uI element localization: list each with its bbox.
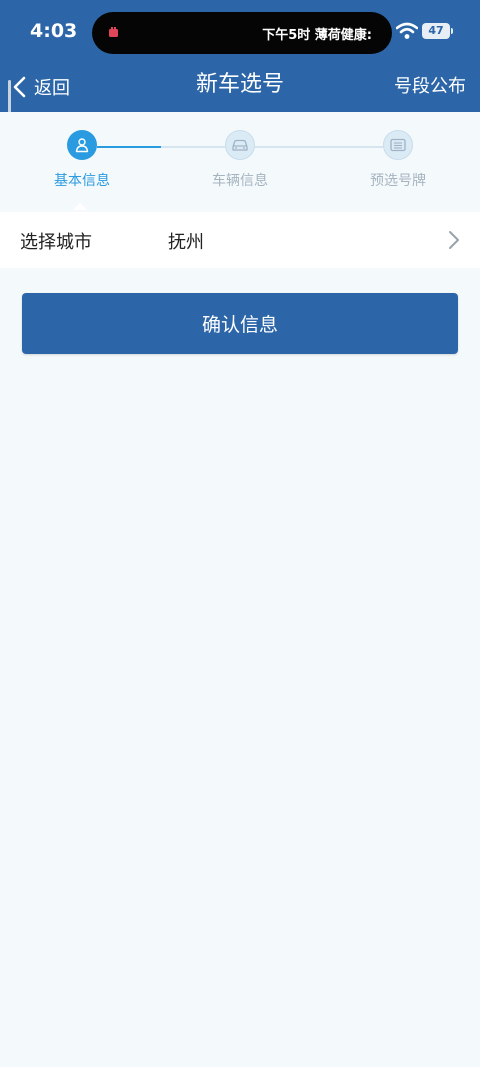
city-value: 抚州 [168, 232, 204, 253]
step-label: 基本信息 [54, 173, 110, 189]
wifi-icon [396, 22, 418, 39]
car-icon [232, 139, 248, 151]
battery-indicator: 47 [422, 23, 450, 39]
battery-tip [451, 28, 453, 34]
status-bar: 4:03 下午5时 薄荷健康: 47 [0, 0, 480, 62]
progress-steps: 基本信息 车辆信息 预选号牌 [0, 112, 480, 210]
city-label: 选择城市 [20, 232, 92, 253]
step-pointer [73, 203, 87, 210]
step-basic-info: 基本信息 [32, 130, 132, 190]
step-circle [225, 130, 255, 160]
navigation-bar: 返回 新车选号 号段公布 [0, 62, 480, 112]
app-notification-icon [109, 27, 118, 37]
status-time: 4:03 [30, 20, 78, 42]
step-circle [383, 130, 413, 160]
step-preselect-plate: 预选号牌 [348, 130, 448, 190]
step-vehicle-info: 车辆信息 [190, 130, 290, 190]
select-city-row[interactable]: 选择城市 抚州 [0, 212, 480, 268]
step-circle [67, 130, 97, 160]
step-label: 车辆信息 [212, 173, 268, 189]
confirm-info-button[interactable]: 确认信息 [22, 293, 458, 354]
license-plate-icon [390, 138, 406, 152]
user-icon [75, 138, 89, 153]
notification-text: 下午5时 薄荷健康: [262, 28, 372, 43]
number-segment-announcement-link[interactable]: 号段公布 [394, 72, 466, 98]
dynamic-island: 下午5时 薄荷健康: [92, 12, 392, 54]
step-label: 预选号牌 [370, 173, 426, 189]
chevron-right-icon [449, 231, 459, 249]
